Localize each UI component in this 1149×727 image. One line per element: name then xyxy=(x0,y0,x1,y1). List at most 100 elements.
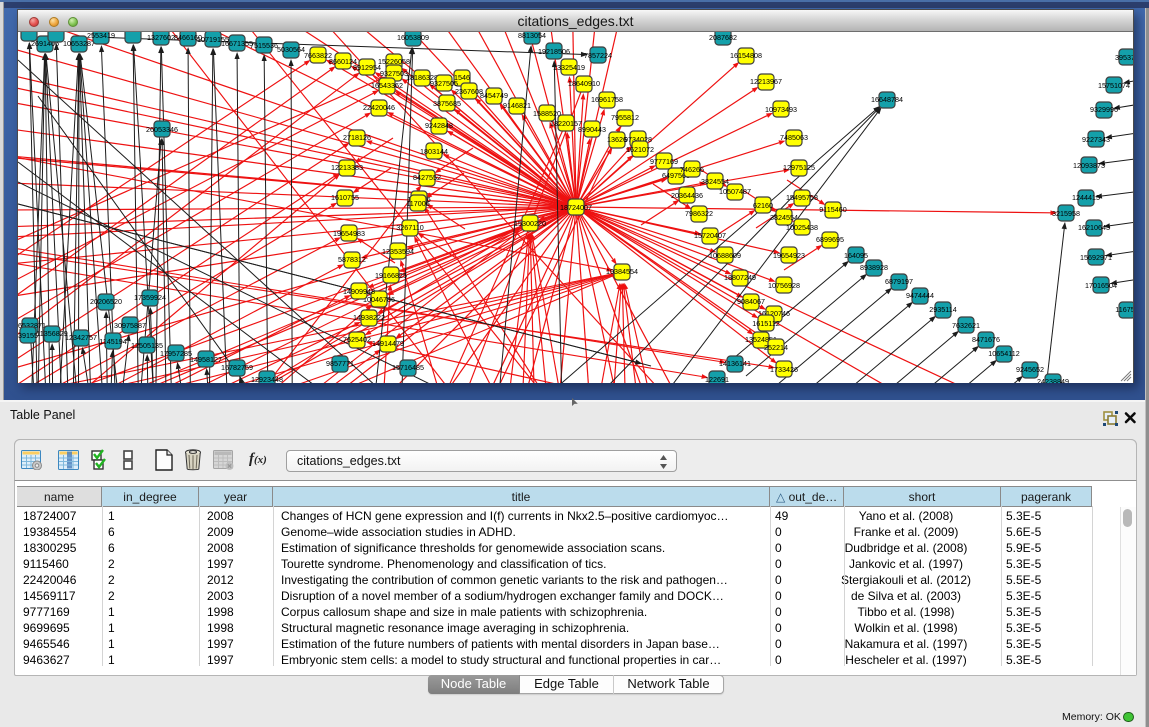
svg-text:10756928: 10756928 xyxy=(768,281,800,290)
svg-text:9777169: 9777169 xyxy=(650,157,678,166)
svg-text:2718126: 2718126 xyxy=(343,133,371,142)
svg-text:7986322: 7986322 xyxy=(685,209,713,218)
svg-text:9857771: 9857771 xyxy=(326,359,354,368)
svg-text:116753: 116753 xyxy=(1115,305,1133,314)
svg-text:9227343: 9227343 xyxy=(1082,135,1110,144)
svg-text:9084067: 9084067 xyxy=(737,297,765,306)
svg-text:7857224: 7857224 xyxy=(584,51,612,60)
svg-text:15751074: 15751074 xyxy=(1098,81,1130,90)
svg-text:12505135: 12505135 xyxy=(131,341,163,350)
svg-text:7485063: 7485063 xyxy=(780,133,808,142)
svg-text:14909948: 14909948 xyxy=(343,287,375,296)
svg-text:10688609: 10688609 xyxy=(709,251,741,260)
svg-text:16671355: 16671355 xyxy=(221,39,253,48)
svg-text:24238849: 24238849 xyxy=(1037,377,1069,383)
svg-text:20364436: 20364436 xyxy=(671,191,703,200)
svg-text:62160: 62160 xyxy=(753,201,773,210)
svg-text:1610755: 1610755 xyxy=(331,193,359,202)
svg-text:12975125: 12975125 xyxy=(783,163,815,172)
svg-text:8454749: 8454749 xyxy=(480,91,508,100)
svg-text:8471676: 8471676 xyxy=(972,335,1000,344)
svg-text:39155: 39155 xyxy=(18,331,38,340)
svg-text:22420046: 22420046 xyxy=(363,103,395,112)
svg-text:9115460: 9115460 xyxy=(819,205,846,214)
svg-text:1621072: 1621072 xyxy=(626,145,654,154)
svg-text:252214: 252214 xyxy=(764,343,788,352)
svg-text:395376: 395376 xyxy=(1115,53,1133,62)
svg-text:10046786: 10046786 xyxy=(363,295,395,304)
svg-text:1327602: 1327602 xyxy=(147,33,175,42)
svg-text:15495758: 15495758 xyxy=(786,193,818,202)
svg-text:12353594: 12353594 xyxy=(382,247,414,256)
svg-text:2087682: 2087682 xyxy=(709,33,737,42)
svg-text:7515536: 7515536 xyxy=(250,41,278,50)
svg-text:8938928: 8938928 xyxy=(860,263,888,272)
svg-text:10507487: 10507487 xyxy=(719,187,751,196)
svg-text:5030564: 5030564 xyxy=(277,45,305,54)
svg-text:12093873: 12093873 xyxy=(1073,161,1105,170)
svg-text:1803144: 1803144 xyxy=(420,147,448,156)
svg-text:19654923: 19654923 xyxy=(773,251,805,260)
svg-text:117006: 117006 xyxy=(406,199,429,208)
svg-text:164095: 164095 xyxy=(844,251,868,260)
svg-text:18640910: 18640910 xyxy=(568,79,600,88)
svg-text:1733426: 1733426 xyxy=(770,365,798,374)
svg-text:1588520: 1588520 xyxy=(533,109,561,118)
svg-text:9245652: 9245652 xyxy=(1016,365,1044,374)
svg-text:19166825: 19166825 xyxy=(375,271,407,280)
svg-text:2935114: 2935114 xyxy=(929,305,956,314)
svg-text:14914479: 14914479 xyxy=(372,339,404,348)
svg-text:9474444: 9474444 xyxy=(906,291,934,300)
svg-text:16053809: 16053809 xyxy=(397,33,429,42)
svg-text:9327503: 9327503 xyxy=(380,69,408,78)
svg-text:12213967: 12213967 xyxy=(750,77,782,86)
svg-text:15716485: 15716485 xyxy=(392,363,424,372)
svg-text:12923448: 12923448 xyxy=(251,375,283,383)
svg-text:9329996: 9329996 xyxy=(1090,105,1118,114)
svg-text:122691: 122691 xyxy=(705,375,729,383)
svg-text:17957285: 17957285 xyxy=(160,349,192,358)
svg-text:3875685: 3875685 xyxy=(433,99,461,108)
svg-text:12213383: 12213383 xyxy=(331,163,363,172)
svg-text:11356829: 11356829 xyxy=(36,329,67,338)
svg-text:15692971: 15692971 xyxy=(1080,253,1112,262)
svg-text:7955812: 7955812 xyxy=(611,113,639,122)
svg-text:19654983: 19654983 xyxy=(333,229,365,238)
svg-text:19384554: 19384554 xyxy=(606,267,638,276)
svg-text:18724007: 18724007 xyxy=(560,203,592,212)
svg-text:20206520: 20206520 xyxy=(90,297,122,306)
svg-text:12342757: 12342757 xyxy=(65,333,97,342)
svg-text:1244415: 1244415 xyxy=(1072,193,1100,202)
svg-text:14938222: 14938222 xyxy=(353,313,385,322)
svg-text:16543362: 16543362 xyxy=(371,81,403,90)
svg-text:7625402: 7625402 xyxy=(343,335,371,344)
svg-text:8427552: 8427552 xyxy=(413,173,441,182)
svg-text:2367608: 2367608 xyxy=(455,87,483,96)
svg-text:10025438: 10025438 xyxy=(786,223,818,232)
svg-text:16961758: 16961758 xyxy=(591,95,623,104)
svg-text:3267110: 3267110 xyxy=(396,223,423,232)
svg-text:30975887: 30975887 xyxy=(114,321,146,330)
svg-text:10973493: 10973493 xyxy=(765,105,797,114)
svg-text:6899695: 6899695 xyxy=(816,235,844,244)
svg-text:15720407: 15720407 xyxy=(694,231,726,240)
svg-text:5878312: 5878312 xyxy=(338,255,366,264)
svg-text:26053346: 26053346 xyxy=(146,125,178,134)
svg-text:7632621: 7632621 xyxy=(952,321,980,330)
svg-text:8990443: 8990443 xyxy=(578,125,606,134)
svg-text:10654112: 10654112 xyxy=(988,349,1019,358)
svg-text:7663822: 7663822 xyxy=(304,51,332,60)
svg-text:6879197: 6879197 xyxy=(885,277,913,286)
svg-text:19218506: 19218506 xyxy=(538,47,570,56)
svg-text:16210643: 16210643 xyxy=(1078,223,1110,232)
svg-text:16154808: 16154808 xyxy=(730,51,762,60)
svg-text:1615112: 1615112 xyxy=(752,319,779,328)
svg-text:3215958: 3215958 xyxy=(1052,209,1080,218)
svg-text:14136141: 14136141 xyxy=(719,359,751,368)
svg-text:10653287: 10653287 xyxy=(63,39,95,48)
svg-text:15300220: 15300220 xyxy=(514,219,546,228)
svg-text:16648784: 16648784 xyxy=(871,95,903,104)
svg-text:9146821: 9146821 xyxy=(503,101,531,110)
svg-text:746266: 746266 xyxy=(680,165,704,174)
svg-text:9327505: 9327505 xyxy=(430,79,458,88)
